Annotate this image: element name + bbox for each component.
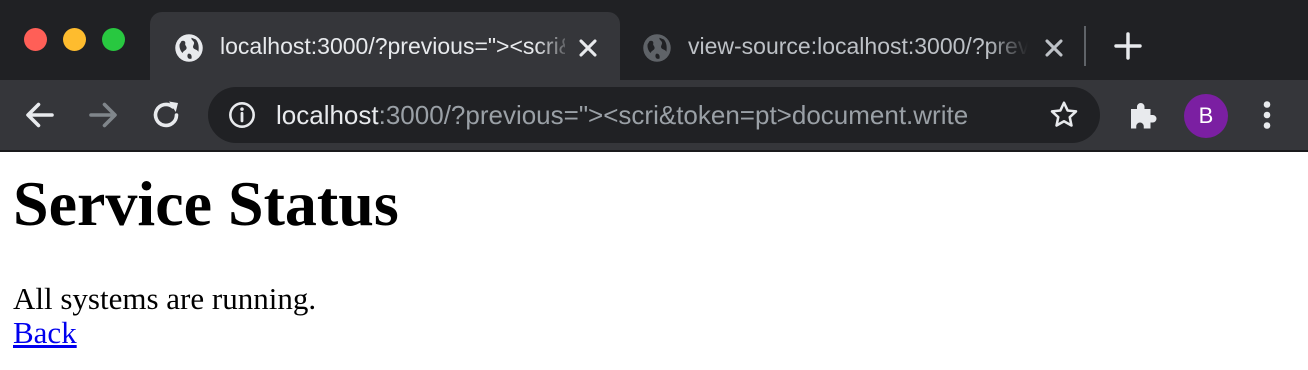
tab-inactive[interactable]: view-source:localhost:3000/?previous="><… [630,12,1080,80]
close-icon[interactable] [574,34,602,62]
window-minimize-button[interactable] [63,28,86,51]
new-tab-plus-icon[interactable] [1112,30,1144,62]
bookmark-star-icon[interactable] [1048,99,1080,131]
globe-icon [643,34,671,62]
tab-separator [1084,26,1086,66]
info-icon[interactable] [228,101,256,129]
tab-title-fade [988,30,1028,62]
page-content: Service Status All systems are running. … [0,152,1308,370]
tab-title: view-source:localhost:3000/?previous="><… [688,33,1028,59]
url-path: :3000/?previous="><scri&token=pt>documen… [378,100,969,130]
page-title: Service Status [13,168,399,239]
kebab-menu-icon[interactable] [1249,97,1285,133]
address-bar[interactable]: localhost:3000/?previous="><scri&token=p… [208,87,1100,143]
globe-icon [175,34,203,62]
url-host: localhost [276,100,379,130]
avatar[interactable]: B [1184,94,1228,138]
close-icon[interactable] [1040,34,1068,62]
url-text[interactable]: localhost:3000/?previous="><scri&token=p… [276,97,1026,133]
tab-active[interactable]: localhost:3000/?previous="><scri&token=p… [150,12,620,80]
window-close-button[interactable] [24,28,47,51]
reload-icon[interactable] [148,97,184,133]
back-arrow-icon[interactable] [22,97,58,133]
browser-titlebar: localhost:3000/?previous="><scri&token=p… [0,0,1308,80]
extensions-puzzle-icon[interactable] [1125,97,1161,133]
tab-title-fade [535,30,575,62]
browser-toolbar: localhost:3000/?previous="><scri&token=p… [0,80,1308,150]
status-message: All systems are running. [13,281,317,316]
forward-arrow-icon[interactable] [85,97,121,133]
tab-title: localhost:3000/?previous="><scri&token=p… [220,33,565,59]
back-link[interactable]: Back [13,315,77,351]
window-maximize-button[interactable] [102,28,125,51]
